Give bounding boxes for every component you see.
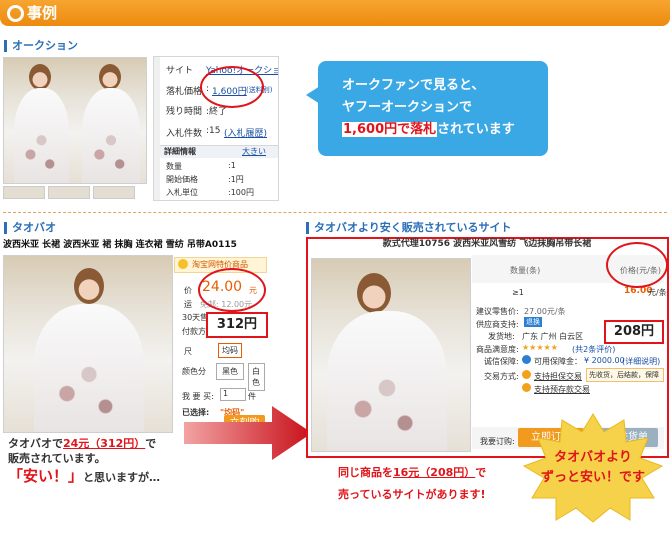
price-label: 价 (184, 286, 192, 295)
qty-header: 数量(条) (510, 266, 541, 275)
caption-text: と思いますが… (83, 471, 161, 484)
time-label: 残り時間 (166, 107, 203, 117)
badge-text: タオバオより ずっと安い！です (530, 448, 656, 488)
circle-icon (7, 5, 24, 22)
days-label: 30天售 (182, 313, 209, 322)
auction-section-title: オークション (4, 40, 78, 52)
cheaper-price-circle (606, 242, 668, 288)
bubble-price: 1,600円で落札 (342, 122, 438, 137)
page-header (0, 0, 670, 26)
unit-label: 入札単位 (166, 188, 198, 197)
ship-label: 运 (184, 300, 192, 309)
supplier-label: 供应商支持: (476, 320, 519, 329)
caption-text: で (475, 466, 487, 479)
order-label: 我要订购: (480, 437, 515, 446)
thumbnail[interactable] (48, 186, 90, 199)
comparison-arrow-icon (184, 402, 314, 462)
retail-label: 建议零售价: (476, 307, 519, 316)
color-option-black[interactable]: 黑色 (216, 363, 244, 380)
rating-stars-icon: ★★★★★ (522, 343, 558, 352)
start-label: 開始価格 (166, 175, 198, 184)
bubble-suffix: されています (437, 122, 515, 137)
bubble-line1: オークファンで見ると、 (342, 78, 485, 93)
price-highlight-circle (200, 66, 264, 108)
bids-value: :15 (206, 126, 221, 136)
pay-label: 付款方 (182, 327, 206, 336)
cheaper-section-title: タオバオより安く販売されているサイト (306, 222, 511, 234)
caption-text: 販売されています。 (8, 452, 106, 465)
price-unit: 元/条 (648, 288, 667, 297)
taobao-product-title: 波西米亚 长裙 波西米亚 裙 抹胸 连衣裙 雪纺 吊带A0115 (3, 240, 237, 250)
section-divider (3, 212, 667, 213)
check-icon (522, 383, 531, 392)
caption-price: 24元（312円） (63, 437, 146, 450)
caption-text: で (145, 437, 157, 450)
detail-title: 詳細情報 (164, 147, 196, 156)
taobao-product-photo (3, 255, 173, 433)
taobao-price-circle (198, 268, 266, 312)
caption-text: タオバオで (8, 437, 63, 450)
caption-text: 売っているサイトがあります! (338, 488, 486, 501)
trade-note: 先收货，后结款，保障 (586, 368, 664, 382)
cheaper-yen-price: 208円 (604, 320, 664, 344)
color-option-white[interactable]: 白色 (248, 363, 265, 391)
qty-label: 数量 (166, 162, 182, 171)
guarantee-amount: ¥ 2000.00 (584, 356, 625, 365)
unit-value: :100円 (228, 188, 254, 197)
enlarge-link[interactable]: 大きい (242, 146, 266, 157)
size-option[interactable]: 均码 (218, 343, 242, 358)
bids-label: 入札件数 (166, 129, 203, 139)
thumbnail[interactable] (3, 186, 45, 199)
thumbnail[interactable] (93, 186, 135, 199)
price-label: 落札価格 (166, 87, 203, 97)
buy-qty-input[interactable]: 1 (220, 388, 246, 401)
promo-icon (178, 259, 188, 269)
buy-unit: 件 (248, 392, 256, 401)
ship-from-label: 发货地: (488, 332, 515, 341)
color-label: 颜色分 (182, 367, 206, 376)
trade-deposit[interactable]: 支持预存款交易 (534, 384, 590, 395)
caption-price: 16元（208円） (393, 466, 476, 479)
rating-label: 商品满意度: (476, 345, 519, 354)
ship-from-value: 广东 广州 白云区 (522, 332, 584, 341)
guarantee-link[interactable]: (详细说明) (622, 356, 660, 367)
supplier-badge: 退换 (524, 317, 542, 327)
qty-value: :1 (228, 161, 236, 170)
retail-value: 27.00元/条 (524, 307, 566, 316)
page-title: 事例 (27, 4, 58, 22)
badge-line1: タオバオより (554, 450, 632, 465)
caption-text: 同じ商品を (338, 466, 393, 479)
auction-product-photo (3, 57, 147, 184)
guarantee-label: 诚信保障: (484, 357, 519, 366)
start-value: :1円 (228, 175, 244, 184)
caption-quote: 「安い！」 (8, 467, 84, 485)
cheaper-caption: 同じ商品を16元（208円）で 売っているサイトがあります! (338, 462, 548, 506)
info-bubble: オークファンで見ると、 ヤフーオークションで 1,600円で落札されています (318, 61, 548, 156)
badge-line2: ずっと安い！です (540, 470, 645, 485)
trade-escrow[interactable]: 支持担保交易 (534, 371, 582, 382)
cheaper-product-title: 款式代理10756 波西米亚风雪纺 飞边抹胸吊带长裙 (382, 239, 592, 248)
shield-icon (522, 355, 531, 364)
taobao-caption: タオバオで24元（312円）で 販売されています。 「安い！」と思いますが… (8, 436, 193, 485)
check-icon (522, 370, 531, 379)
rating-count-link[interactable]: (共2条评价) (572, 344, 615, 355)
site-label: サイト (166, 66, 194, 76)
guarantee-value: 可用保障金： (534, 357, 582, 366)
cheaper-product-photo (311, 258, 471, 452)
trade-label: 交易方式: (484, 372, 519, 381)
taobao-section-title: タオバオ (4, 222, 56, 234)
qty-value: ≥1 (512, 288, 524, 297)
taobao-yen-price: 312円 (206, 312, 268, 338)
bubble-line2: ヤフーオークションで (342, 100, 473, 115)
bid-history-link[interactable]: (入札履歴) (224, 126, 267, 139)
buy-label: 我 要 买: (182, 392, 214, 401)
size-label: 尺 (184, 347, 192, 356)
